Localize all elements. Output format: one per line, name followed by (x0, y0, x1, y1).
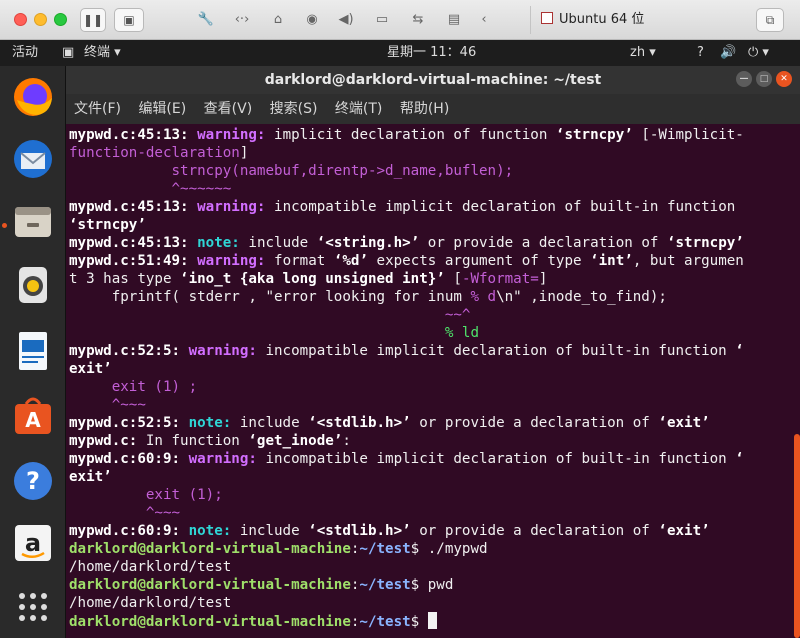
window-title: darklord@darklord-virtual-machine: ~/tes… (264, 72, 602, 88)
power-icon[interactable]: ⏻ ▾ (748, 40, 769, 66)
prompt-line: darklord@darklord-virtual-machine:~/test… (69, 541, 488, 557)
libreoffice-writer-icon[interactable] (10, 328, 56, 374)
prompt-line: darklord@darklord-virtual-machine:~/test… (69, 577, 454, 593)
chevron-left-icon: ‹ (481, 12, 487, 27)
clock[interactable]: 星期一 11：46 (387, 40, 476, 66)
terminal-line: ^~~~ (69, 397, 146, 413)
vm-tab-label: Ubuntu 64 位 (559, 12, 645, 27)
terminal-line: mypwd.c:51:49: warning: format ‘%d’ expe… (69, 253, 744, 269)
menu-search[interactable]: 搜索(S) (270, 101, 318, 117)
terminal-line: exit (1); (69, 487, 223, 503)
terminal-line: ^~~~ (69, 505, 181, 521)
sidebar-toggle-button[interactable]: ❚❚ (80, 8, 106, 32)
amazon-icon[interactable]: a (10, 520, 56, 566)
terminal-line: function-declaration] (69, 145, 249, 161)
terminal-cursor (427, 612, 437, 629)
close-window-button[interactable] (14, 13, 27, 26)
terminal-title-bar[interactable]: darklord@darklord-virtual-machine: ~/tes… (66, 66, 800, 94)
terminal-line: mypwd.c:52:5: note: include ‘<stdlib.h>’… (69, 415, 710, 431)
svg-text:A: A (25, 408, 41, 432)
terminal-line: mypwd.c:60:9: note: include ‘<stdlib.h>’… (69, 523, 710, 539)
sound-button[interactable]: ◀) (332, 10, 360, 30)
volume-icon[interactable]: 🔊 (720, 40, 736, 66)
terminal-line: t 3 has type ‘ino_t {aka long unsigned i… (69, 271, 548, 287)
terminal-line: mypwd.c:52:5: warning: incompatible impl… (69, 343, 744, 359)
terminal-line: exit’ (69, 361, 112, 377)
back-button[interactable]: ‹ (470, 10, 498, 30)
terminal-line: ~~^ (69, 307, 471, 323)
output-line: /home/darklord/test (69, 559, 232, 575)
camera-icon: ◉ (306, 12, 318, 27)
dock: A ? a (0, 66, 66, 638)
prompt-line: darklord@darklord-virtual-machine:~/test… (69, 612, 744, 631)
disk-button[interactable]: ⌂ (264, 10, 292, 30)
app-menu-icon: ▣ (62, 45, 75, 60)
ubuntu-top-bar: 活动 ▣ 终端 ▾ 星期一 11：46 zh ▾ ? 🔊 ⏻ ▾ (0, 40, 800, 66)
help-icon[interactable]: ? (10, 458, 56, 504)
snapshot-button[interactable]: ▣ (114, 8, 144, 32)
camera-device-button[interactable]: ◉ (298, 10, 326, 30)
speaker-icon: ◀) (338, 12, 354, 27)
menu-edit[interactable]: 编辑(E) (138, 101, 186, 117)
snapshot-icon: ▣ (123, 13, 135, 27)
menu-help[interactable]: 帮助(H) (400, 101, 449, 117)
windows-icon: ⧉ (765, 13, 775, 27)
terminal-line: ^~~~~~~ (69, 181, 232, 197)
terminal-line: exit (1) ; (69, 379, 198, 395)
disk-icon: ⌂ (273, 12, 283, 27)
vm-tab[interactable]: Ubuntu 64 位 (530, 6, 730, 34)
pause-icon: ❚❚ (82, 13, 104, 27)
network-button[interactable]: ‹·› (228, 10, 256, 30)
activities-button[interactable]: 活动 (12, 40, 38, 66)
active-app-indicator (2, 223, 7, 228)
terminal-line: exit’ (69, 469, 112, 485)
close-icon[interactable]: ✕ (776, 71, 792, 87)
terminal-line: mypwd.c:45:13: warning: implicit declara… (69, 127, 744, 143)
terminal-line: ‘strncpy’ (69, 217, 146, 233)
terminal-scrollbar[interactable] (794, 434, 800, 638)
network-icon: ‹·› (234, 12, 250, 27)
app-menu-button[interactable]: 终端 ▾ (84, 40, 121, 66)
terminal-line: fprintf( stderr , "error looking for inu… (69, 289, 667, 305)
thunderbird-icon[interactable] (10, 136, 56, 182)
folder-icon: ▤ (447, 12, 461, 27)
menu-file[interactable]: 文件(F) (74, 101, 121, 117)
terminal-line: mypwd.c:60:9: warning: incompatible impl… (69, 451, 744, 467)
video-icon: ▭ (375, 12, 389, 27)
svg-text:a: a (25, 529, 41, 557)
terminal-text: mypwd.c:45:13: warning: implicit declara… (69, 126, 744, 631)
minimize-icon[interactable]: — (736, 71, 752, 87)
fullscreen-button[interactable]: ⧉ (756, 8, 784, 32)
usb-button[interactable]: ⇆ (404, 10, 432, 30)
terminal-menu-bar: 文件(F) 编辑(E) 查看(V) 搜索(S) 终端(T) 帮助(H) (66, 94, 800, 124)
usb-icon: ⇆ (412, 12, 424, 27)
show-applications-icon[interactable] (10, 584, 56, 630)
rhythmbox-icon[interactable] (10, 262, 56, 308)
output-line: /home/darklord/test (69, 595, 232, 611)
terminal-line: strncpy(namebuf,direntp->d_name,buflen); (69, 163, 514, 179)
files-icon[interactable] (10, 198, 56, 244)
terminal-line: % ld (69, 325, 479, 341)
settings-button[interactable]: 🔧 (192, 10, 220, 30)
shared-folder-button[interactable]: ▤ (440, 10, 468, 30)
input-method-button[interactable]: zh ▾ (630, 40, 656, 66)
zoom-window-button[interactable] (54, 13, 67, 26)
video-button[interactable]: ▭ (368, 10, 396, 30)
accessibility-icon[interactable]: ? (697, 40, 704, 66)
vm-toolbar: ❚❚ ▣ 🔧 ‹·› ⌂ ◉ ◀) ▭ ⇆ ▤ ‹ Ubuntu 64 位 ⧉ (0, 0, 800, 40)
terminal-line: mypwd.c:45:13: warning: incompatible imp… (69, 199, 736, 215)
wrench-icon: 🔧 (197, 12, 215, 27)
minimize-window-button[interactable] (34, 13, 47, 26)
terminal-output[interactable]: mypwd.c:45:13: warning: implicit declara… (66, 124, 800, 638)
terminal-line: mypwd.c:45:13: note: include ‘<string.h>… (69, 235, 744, 251)
vm-tab-icon (541, 12, 553, 24)
svg-text:?: ? (26, 467, 40, 495)
software-center-icon[interactable]: A (10, 392, 56, 438)
maximize-icon[interactable]: □ (756, 71, 772, 87)
menu-terminal[interactable]: 终端(T) (335, 101, 382, 117)
menu-view[interactable]: 查看(V) (204, 101, 253, 117)
firefox-icon[interactable] (10, 74, 56, 120)
terminal-line: mypwd.c: In function ‘get_inode’: (69, 433, 351, 449)
